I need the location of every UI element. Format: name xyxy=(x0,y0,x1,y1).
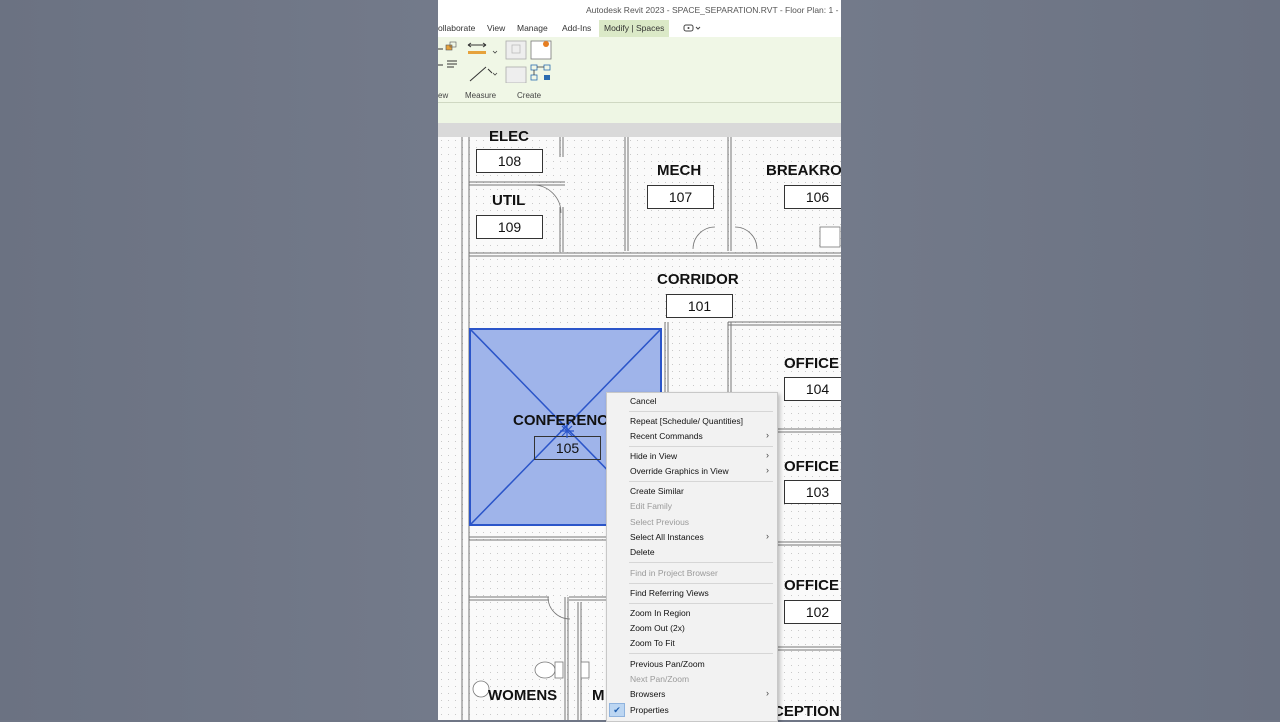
menu-separator xyxy=(629,583,773,584)
room-number-101[interactable]: 101 xyxy=(666,294,733,318)
menu-item-create-similar[interactable]: Create Similar xyxy=(630,485,684,498)
menu-item-zoom-out[interactable]: Zoom Out (2x) xyxy=(630,622,685,635)
room-number-103[interactable]: 103 xyxy=(784,480,841,504)
menu-item-repeat[interactable]: Repeat [Schedule/ Quantities] xyxy=(630,415,743,428)
context-menu: Cancel Repeat [Schedule/ Quantities] Rec… xyxy=(606,392,778,722)
room-number-104[interactable]: 104 xyxy=(784,377,841,401)
room-number-107[interactable]: 107 xyxy=(647,185,714,209)
menu-item-find-referring-views[interactable]: Find Referring Views xyxy=(630,587,709,600)
room-name-reception: CEPTION xyxy=(773,703,840,720)
options-bar xyxy=(438,103,841,123)
menu-item-find-in-project-browser: Find in Project Browser xyxy=(630,568,718,578)
menu-item-cancel[interactable]: Cancel xyxy=(630,395,656,408)
submenu-arrow-icon: › xyxy=(766,531,769,541)
menu-separator xyxy=(629,411,773,412)
window-title: Autodesk Revit 2023 - SPACE_SEPARATION.R… xyxy=(586,5,841,15)
room-number-102[interactable]: 102 xyxy=(784,600,841,624)
tab-add-ins[interactable]: Add-Ins xyxy=(562,20,591,37)
submenu-arrow-icon: › xyxy=(766,465,769,475)
room-number-108[interactable]: 108 xyxy=(476,149,543,173)
room-number-105[interactable]: 105 xyxy=(534,436,601,460)
panel-toggle-icon[interactable] xyxy=(682,20,702,37)
room-number-106[interactable]: 106 xyxy=(784,185,841,209)
menu-item-edit-family: Edit Family xyxy=(630,501,673,511)
tab-modify-spaces[interactable]: Modify | Spaces xyxy=(599,20,670,37)
menu-item-label: Recent Commands xyxy=(630,431,703,441)
menu-item-zoom-to-fit[interactable]: Zoom To Fit xyxy=(630,637,675,650)
menu-item-recent-commands[interactable]: Recent Commands xyxy=(630,430,775,443)
ribbon-tabs: ollaborate View Manage Add-Ins Modify | … xyxy=(438,20,841,37)
menu-separator xyxy=(629,481,773,482)
room-name-mens: M xyxy=(592,687,605,704)
room-name-107: MECH xyxy=(657,162,702,179)
background-right xyxy=(841,0,1280,720)
ribbon-panel: ew Measure Create xyxy=(438,37,841,103)
tab-manage[interactable]: Manage xyxy=(517,20,548,37)
menu-item-override-graphics[interactable]: Override Graphics in View xyxy=(630,465,729,478)
submenu-arrow-icon: › xyxy=(766,430,769,440)
menu-item-zoom-in-region[interactable]: Zoom In Region xyxy=(630,607,690,620)
ribbon-group-create-label: Create xyxy=(517,91,542,100)
tab-collaborate[interactable]: ollaborate xyxy=(438,20,475,37)
room-name-101: CORRIDOR xyxy=(657,271,739,288)
menu-item-properties[interactable]: Properties xyxy=(630,704,669,717)
move-handle-icon[interactable] xyxy=(560,424,574,438)
tab-view[interactable]: View xyxy=(487,20,505,37)
room-name-108: ELEC xyxy=(489,128,530,145)
background-left xyxy=(0,0,438,720)
room-name-103: OFFICE xyxy=(784,458,839,475)
room-name-109: UTIL xyxy=(492,192,526,209)
menu-separator xyxy=(629,446,773,447)
room-name-106: BREAKRO xyxy=(766,162,841,179)
ribbon-tools-icons[interactable] xyxy=(438,39,568,83)
menu-item-hide-in-view[interactable]: Hide in View xyxy=(630,450,677,463)
checkmark-icon: ✔ xyxy=(609,703,625,717)
room-name-womens: WOMENS xyxy=(488,687,558,704)
menu-item-select-all-instances[interactable]: Select All Instances xyxy=(630,531,704,544)
room-name-102: OFFICE xyxy=(784,577,839,594)
ribbon-group-view-label: ew xyxy=(438,91,449,100)
submenu-arrow-icon: › xyxy=(766,450,769,460)
menu-separator xyxy=(629,653,773,654)
room-name-104: OFFICE xyxy=(784,355,839,372)
menu-separator xyxy=(629,603,773,604)
menu-item-previous-pan-zoom[interactable]: Previous Pan/Zoom xyxy=(630,658,705,671)
room-number-109[interactable]: 109 xyxy=(476,215,543,239)
submenu-arrow-icon: › xyxy=(766,688,769,698)
menu-item-delete[interactable]: Delete xyxy=(630,546,655,559)
menu-separator xyxy=(629,562,773,563)
ribbon-group-measure-label: Measure xyxy=(465,91,497,100)
title-bar: Autodesk Revit 2023 - SPACE_SEPARATION.R… xyxy=(438,0,841,20)
menu-item-browsers[interactable]: Browsers xyxy=(630,688,665,701)
menu-item-select-previous: Select Previous xyxy=(630,517,690,527)
menu-item-next-pan-zoom: Next Pan/Zoom xyxy=(630,674,690,684)
